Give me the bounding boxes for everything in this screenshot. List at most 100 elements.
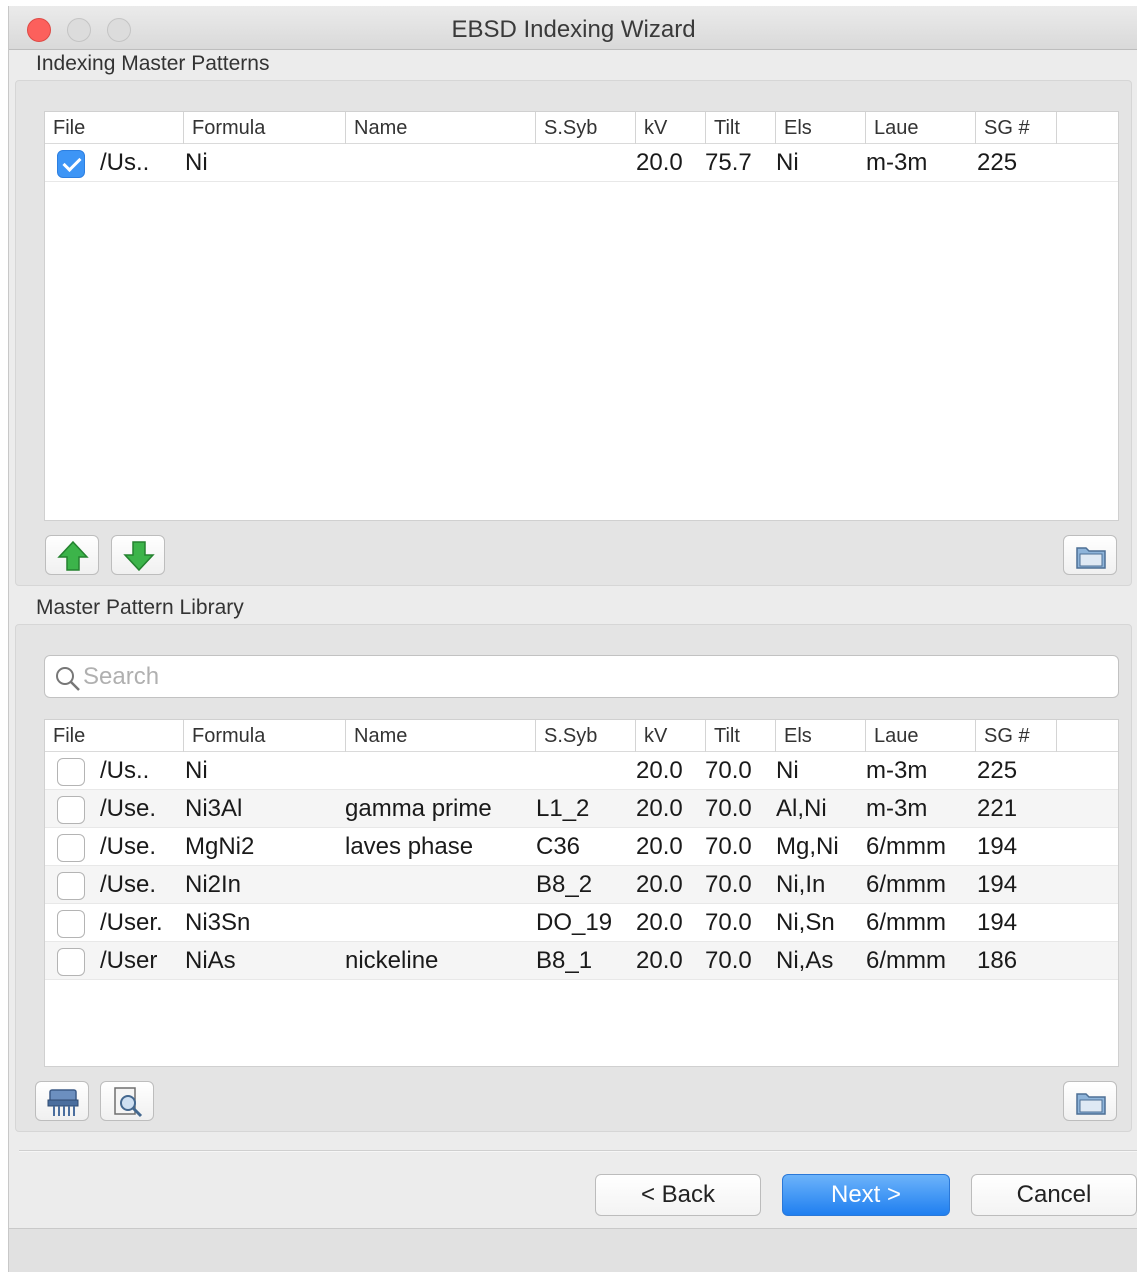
- cell-ssyb: B8_2: [536, 871, 593, 898]
- cell-tilt: 70.0: [705, 795, 752, 822]
- cell-sg: 225: [977, 757, 1018, 784]
- cell-file: /User.: [100, 909, 163, 936]
- col-formula[interactable]: Formula: [183, 112, 345, 144]
- cell-ssyb: C36: [536, 833, 581, 860]
- cell-kv: 20.0: [636, 149, 683, 176]
- cell-ssyb: [536, 144, 631, 182]
- footer-divider: [19, 1150, 1137, 1152]
- cell-sg: 221: [977, 795, 1018, 822]
- cell-tilt: 70.0: [705, 871, 752, 898]
- col-kv[interactable]: kV: [635, 112, 705, 144]
- cell-laue: 6/mmm: [866, 871, 946, 898]
- table-row[interactable]: /Us.. Ni 20.0 75.7 Ni m-3m 225: [45, 144, 1118, 182]
- cell-file: /Us..: [100, 149, 150, 176]
- row-checkbox[interactable]: [57, 910, 85, 938]
- cell-ssyb: DO_19: [536, 909, 613, 936]
- cell-laue: 6/mmm: [866, 833, 946, 860]
- cell-kv: 20.0: [636, 757, 683, 784]
- move-down-icon: [123, 541, 155, 572]
- cell-laue: m-3m: [866, 149, 928, 176]
- cell-ssyb: L1_2: [536, 795, 590, 822]
- library-table[interactable]: File Formula Name S.Syb kV Tilt Els Laue…: [44, 719, 1119, 1067]
- cell-sg: 186: [977, 947, 1018, 974]
- library-table-header: File Formula Name S.Syb kV Tilt Els Laue…: [45, 720, 1118, 752]
- row-checkbox[interactable]: [57, 834, 85, 862]
- col-tilt[interactable]: Tilt: [705, 720, 775, 752]
- cell-laue: m-3m: [866, 757, 928, 784]
- cell-els: Ni,As: [776, 947, 834, 974]
- cell-name: [345, 904, 530, 942]
- col-kv[interactable]: kV: [635, 720, 705, 752]
- move-up-icon: [57, 540, 89, 571]
- folder-icon: [1076, 547, 1106, 569]
- col-ssyb[interactable]: S.Syb: [535, 720, 635, 752]
- cell-els: Ni: [776, 757, 799, 784]
- open-folder-button[interactable]: [1063, 535, 1117, 575]
- cell-name: [345, 752, 530, 790]
- table-row[interactable]: /Use. Ni2In B8_2 20.0 70.0 Ni,In 6/mmm 1…: [45, 866, 1118, 904]
- move-down-button[interactable]: [111, 535, 165, 575]
- col-name[interactable]: Name: [345, 112, 535, 144]
- move-up-button[interactable]: [45, 535, 99, 575]
- cell-sg: 194: [977, 871, 1018, 898]
- cell-name: laves phase: [345, 833, 474, 860]
- shred-button[interactable]: [35, 1081, 89, 1121]
- shredder-icon: [47, 1089, 79, 1116]
- title-bar[interactable]: EBSD Indexing Wizard: [9, 6, 1137, 50]
- cell-kv: 20.0: [636, 909, 683, 936]
- search-input[interactable]: [83, 660, 1083, 693]
- table-row[interactable]: /Us.. Ni 20.0 70.0 Ni m-3m 225: [45, 752, 1118, 790]
- row-checkbox[interactable]: [57, 948, 85, 976]
- cell-file: /User: [100, 947, 158, 974]
- magnifier-document-icon: [114, 1087, 143, 1118]
- row-checkbox[interactable]: [57, 796, 85, 824]
- library-search-field[interactable]: [44, 655, 1119, 698]
- col-els[interactable]: Els: [775, 112, 865, 144]
- next-button[interactable]: Next >: [782, 1174, 950, 1216]
- library-folder-button[interactable]: [1063, 1081, 1117, 1121]
- cell-name: [345, 866, 530, 904]
- cell-kv: 20.0: [636, 795, 683, 822]
- cell-laue: 6/mmm: [866, 947, 946, 974]
- indexing-table[interactable]: File Formula Name S.Syb kV Tilt Els Laue…: [44, 111, 1119, 521]
- cell-file: /Use.: [100, 795, 157, 822]
- cell-laue: 6/mmm: [866, 909, 946, 936]
- back-button[interactable]: < Back: [595, 1174, 761, 1216]
- cell-kv: 20.0: [636, 947, 683, 974]
- col-formula[interactable]: Formula: [183, 720, 345, 752]
- wizard-window: EBSD Indexing Wizard Indexing Master Pat…: [8, 6, 1137, 1272]
- cell-name: gamma prime: [345, 795, 492, 822]
- row-checkbox[interactable]: [57, 150, 85, 178]
- inspect-button[interactable]: [100, 1081, 154, 1121]
- window-title: EBSD Indexing Wizard: [451, 16, 696, 43]
- table-row[interactable]: /Use. MgNi2 laves phase C36 20.0 70.0 Mg…: [45, 828, 1118, 866]
- col-sg[interactable]: SG #: [975, 112, 1057, 144]
- cell-tilt: 70.0: [705, 833, 752, 860]
- col-els[interactable]: Els: [775, 720, 865, 752]
- col-ssyb[interactable]: S.Syb: [535, 112, 635, 144]
- cell-tilt: 70.0: [705, 757, 752, 784]
- cell-file: /Use.: [100, 833, 157, 860]
- col-file[interactable]: File: [45, 720, 183, 752]
- col-name[interactable]: Name: [345, 720, 535, 752]
- col-laue[interactable]: Laue: [865, 720, 975, 752]
- cell-formula: Ni3Sn: [185, 909, 251, 936]
- search-icon: [56, 667, 80, 691]
- cell-els: Al,Ni: [776, 795, 827, 822]
- col-tilt[interactable]: Tilt: [705, 112, 775, 144]
- table-row[interactable]: /User NiAs nickeline B8_1 20.0 70.0 Ni,A…: [45, 942, 1118, 980]
- indexing-table-header: File Formula Name S.Syb kV Tilt Els Laue…: [45, 112, 1118, 144]
- row-checkbox[interactable]: [57, 758, 85, 786]
- cancel-button[interactable]: Cancel: [971, 1174, 1137, 1216]
- col-sg[interactable]: SG #: [975, 720, 1057, 752]
- table-row[interactable]: /Use. Ni3Al gamma prime L1_2 20.0 70.0 A…: [45, 790, 1118, 828]
- cell-name: nickeline: [345, 947, 439, 974]
- col-file[interactable]: File: [45, 112, 183, 144]
- library-group-label: Master Pattern Library: [36, 596, 244, 619]
- row-checkbox[interactable]: [57, 872, 85, 900]
- table-row[interactable]: /User. Ni3Sn DO_19 20.0 70.0 Ni,Sn 6/mmm…: [45, 904, 1118, 942]
- cell-tilt: 75.7: [705, 149, 752, 176]
- col-laue[interactable]: Laue: [865, 112, 975, 144]
- cell-els: Ni: [776, 149, 799, 176]
- cell-ssyb: [536, 752, 631, 790]
